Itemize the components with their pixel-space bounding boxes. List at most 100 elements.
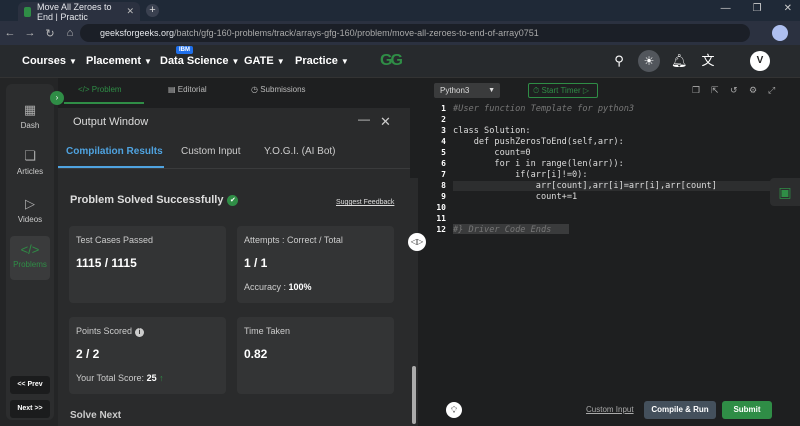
book-icon: ❏ bbox=[24, 148, 36, 163]
tab-custom-input[interactable]: Custom Input bbox=[181, 146, 240, 157]
lightbulb-icon[interactable]: 💡︎ bbox=[446, 402, 462, 418]
line-number: 3 bbox=[441, 126, 446, 135]
reload-icon[interactable]: ↻ bbox=[40, 27, 60, 40]
chevron-down-icon: ▼ bbox=[340, 57, 349, 66]
settings-icon[interactable]: ⚙ bbox=[749, 85, 757, 96]
home-icon[interactable]: ⌂ bbox=[60, 27, 80, 39]
url-host: geeksforgeeks.org bbox=[100, 28, 175, 38]
expand-panel-icon[interactable]: › bbox=[50, 91, 64, 105]
dashboard-icon: ▦ bbox=[23, 102, 37, 117]
total-score: Your Total Score: 25 ↑ bbox=[76, 373, 164, 383]
check-circle-icon: ✔ bbox=[227, 195, 239, 206]
close-tab-icon[interactable]: ✕ bbox=[126, 6, 134, 17]
copy-icon[interactable]: ❐ bbox=[692, 85, 700, 96]
forward-icon[interactable]: → bbox=[20, 27, 40, 39]
code-line: for i in range(len(arr)): bbox=[453, 159, 624, 169]
language-select[interactable]: Python3 ▼ bbox=[434, 83, 500, 98]
rail-item-dash[interactable]: ▦ Dash bbox=[10, 96, 50, 140]
new-tab-button[interactable]: + bbox=[146, 4, 159, 17]
chevron-down-icon: ▼ bbox=[276, 57, 285, 66]
url-field[interactable]: geeksforgeeks.org/batch/gfg-160-problems… bbox=[80, 24, 750, 42]
total-score-value: 25 bbox=[146, 373, 157, 383]
browser-tab[interactable]: Move All Zeroes to End | Practic ✕ bbox=[18, 1, 140, 22]
rail-item-videos[interactable]: ▷ Videos bbox=[10, 190, 50, 234]
rail-item-problems[interactable]: </> Problems bbox=[10, 236, 50, 280]
time-label: Time Taken bbox=[244, 326, 291, 336]
timer-icon: ⏱ bbox=[533, 86, 540, 95]
left-rail: ▦ Dash ❏ Articles ▷ Videos </> Problems << P… bbox=[0, 78, 58, 426]
attempts-value: 1 / 1 bbox=[244, 256, 268, 270]
browser-tab-title: Move All Zeroes to End | Practic bbox=[37, 1, 112, 22]
code-line-current: arr[count],arr[i]=arr[i],arr[count] bbox=[453, 181, 773, 191]
minimize-output-icon[interactable]: — bbox=[358, 112, 370, 126]
problem-tab-underline bbox=[64, 102, 144, 104]
tab-compilation-results[interactable]: Compilation Results bbox=[66, 146, 163, 157]
test-cases-card: Test Cases Passed 1115 / 1115 bbox=[69, 226, 226, 303]
accuracy: Accuracy : 100% bbox=[244, 282, 312, 292]
line-gutter: 1 2 3 4 5 6 7 8 9 10 11 12 bbox=[426, 102, 450, 402]
suggest-feedback-link[interactable]: Suggest Feedback bbox=[336, 199, 394, 206]
solve-next-heading: Solve Next bbox=[70, 410, 122, 421]
test-cases-label: Test Cases Passed bbox=[76, 235, 154, 245]
chat-feedback-icon[interactable]: ▣ bbox=[770, 178, 800, 206]
user-avatar[interactable]: V bbox=[750, 51, 770, 71]
menu-placement[interactable]: Placement ▼ bbox=[86, 55, 152, 67]
bell-icon[interactable]: 🔔︎ bbox=[671, 53, 688, 69]
panel-splitter-handle[interactable]: ◁▷ bbox=[408, 233, 426, 251]
output-window-title: Output Window bbox=[73, 116, 149, 128]
time-value: 0.82 bbox=[244, 347, 268, 361]
output-scrollbar-thumb[interactable] bbox=[412, 366, 416, 424]
submit-button[interactable]: Submit bbox=[722, 401, 772, 419]
code-line: count=0 bbox=[453, 148, 531, 158]
translate-icon[interactable]: 文 bbox=[700, 53, 716, 69]
tab-submissions[interactable]: ◷ Submissions bbox=[251, 85, 306, 94]
custom-input-link[interactable]: Custom Input bbox=[586, 405, 634, 414]
chevron-down-icon: ▼ bbox=[144, 57, 152, 66]
code-area[interactable]: 1 2 3 4 5 6 7 8 9 10 11 12 #User functio… bbox=[426, 102, 800, 402]
line-number: 7 bbox=[441, 170, 446, 179]
address-bar-row: ← → ↻ ⌂ geeksforgeeks.org/batch/gfg-160-… bbox=[0, 21, 800, 45]
line-number: 9 bbox=[441, 192, 446, 201]
menu-courses[interactable]: Courses ▼ bbox=[22, 55, 77, 67]
rail-panel: ▦ Dash ❏ Articles ▷ Videos </> Problems << P… bbox=[6, 84, 54, 420]
search-icon[interactable]: ⚲ bbox=[611, 53, 627, 69]
play-icon: ▷ bbox=[582, 86, 589, 95]
line-number: 1 bbox=[441, 104, 446, 113]
export-icon[interactable]: ⇱ bbox=[711, 85, 719, 96]
tab-problem[interactable]: </> Problem bbox=[78, 85, 122, 94]
tab-editorial[interactable]: ▤ Editorial bbox=[168, 85, 207, 94]
line-number: 11 bbox=[436, 214, 446, 223]
close-window-icon[interactable]: ✕ bbox=[784, 3, 792, 14]
gfg-logo[interactable]: GG bbox=[380, 52, 403, 70]
line-number: 5 bbox=[441, 148, 446, 157]
next-button[interactable]: Next >> bbox=[10, 400, 50, 418]
tab-yogi-ai-bot[interactable]: Y.O.G.I. (AI Bot) bbox=[264, 146, 336, 157]
success-status: Problem Solved Successfully ✔ bbox=[70, 194, 239, 206]
back-icon[interactable]: ← bbox=[0, 27, 20, 39]
reset-icon[interactable]: ↺ bbox=[730, 85, 738, 96]
prev-button[interactable]: << Prev bbox=[10, 376, 50, 394]
start-timer-button[interactable]: ⏱ Start Timer ▷ bbox=[528, 83, 598, 98]
theme-toggle-icon[interactable]: ☀ bbox=[638, 50, 660, 72]
problem-tabs: </> Problem ▤ Editorial ◷ Submissions bbox=[58, 78, 418, 104]
code-editor-panel: Python3 ▼ ⏱ Start Timer ▷ ❐ ⇱ ↺ ⚙ ⤢ 1 2 3… bbox=[426, 78, 800, 426]
browser-profile-avatar[interactable] bbox=[772, 25, 788, 41]
rail-item-articles[interactable]: ❏ Articles bbox=[10, 142, 50, 186]
chevron-down-icon: ▼ bbox=[69, 57, 77, 66]
code-line: if(arr[i]!=0): bbox=[453, 170, 588, 180]
ibm-badge: IBM bbox=[176, 46, 193, 54]
menu-gate[interactable]: GATE ▼ bbox=[244, 55, 285, 67]
attempts-card: Attempts : Correct / Total 1 / 1 Accurac… bbox=[237, 226, 394, 303]
attempts-label: Attempts : Correct / Total bbox=[244, 235, 343, 245]
chevron-down-icon: ▼ bbox=[231, 57, 240, 66]
info-icon[interactable]: i bbox=[135, 328, 145, 337]
close-output-icon[interactable]: ✕ bbox=[380, 114, 391, 130]
window-controls: — ❐ ✕ bbox=[721, 3, 792, 14]
menu-data-science[interactable]: Data Science ▼ bbox=[160, 55, 239, 67]
maximize-window-icon[interactable]: ❐ bbox=[753, 3, 762, 14]
minimize-window-icon[interactable]: — bbox=[721, 3, 731, 14]
fullscreen-icon[interactable]: ⤢ bbox=[768, 85, 775, 96]
browser-tabstrip: Move All Zeroes to End | Practic ✕ + — ❐… bbox=[0, 0, 800, 22]
compile-run-button[interactable]: Compile & Run bbox=[644, 401, 716, 419]
menu-practice[interactable]: Practice ▼ bbox=[295, 55, 349, 67]
